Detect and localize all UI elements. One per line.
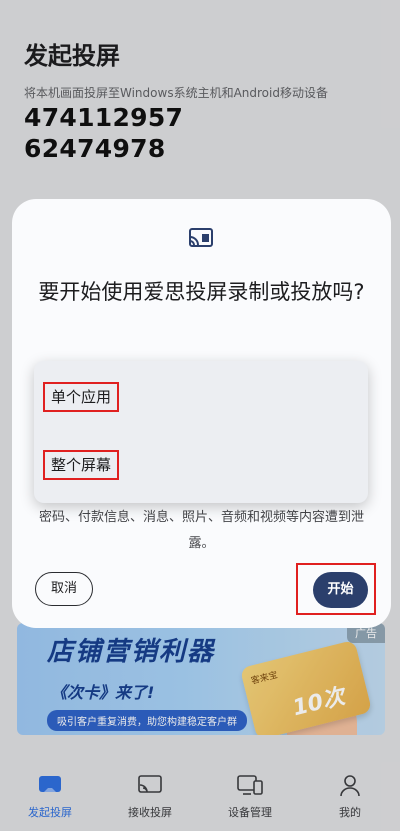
cast-icon [189, 228, 213, 247]
dialog-warning-text: 密码、付款信息、消息、照片、音频和视频等内容遭到泄露。 [38, 510, 364, 551]
menu-item-single-app[interactable]: 单个应用 [43, 382, 120, 412]
cancel-button[interactable]: 取消 [35, 572, 93, 606]
start-button[interactable]: 开始 [313, 572, 368, 608]
dialog-title: 要开始使用爱思投屏录制或投放吗? [38, 280, 365, 304]
menu-item-entire-screen[interactable]: 整个屏幕 [43, 450, 120, 480]
capture-mode-menu: 单个应用 整个屏幕 [34, 361, 368, 503]
